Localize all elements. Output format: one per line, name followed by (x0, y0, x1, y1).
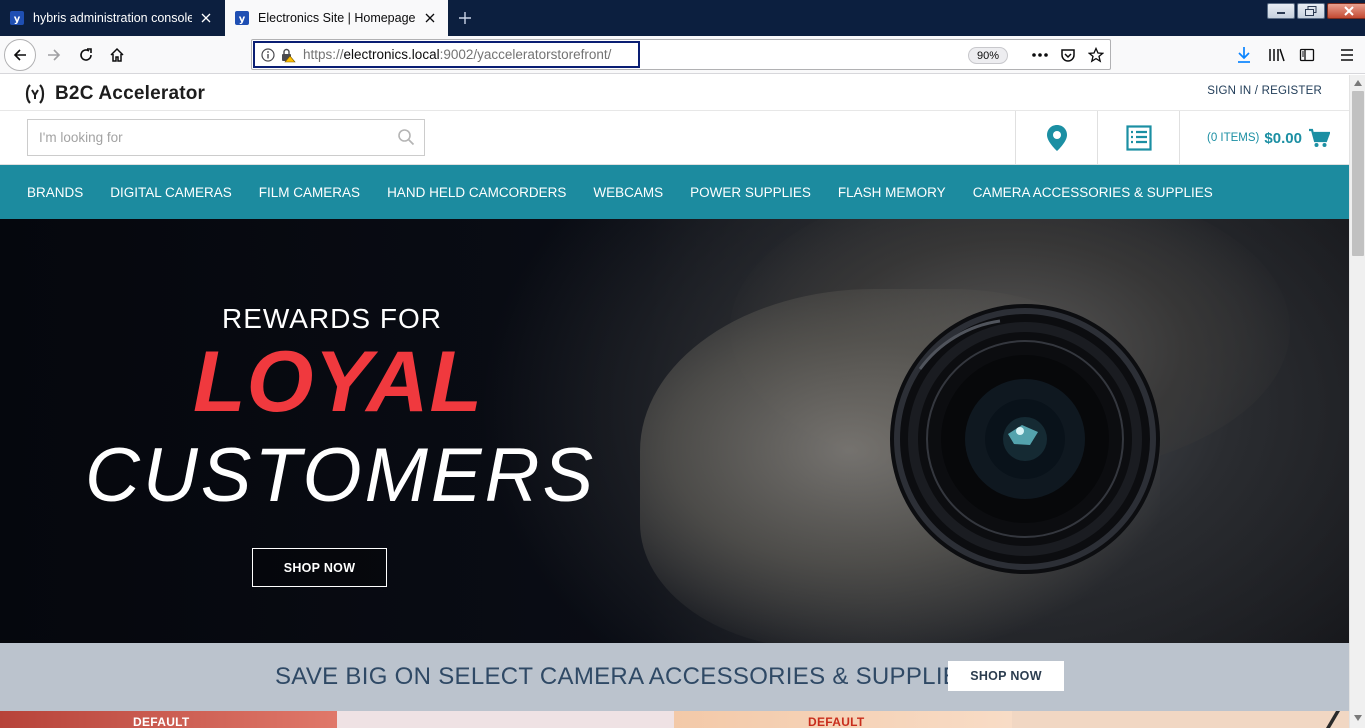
mini-cart[interactable]: (0 ITEMS) $0.00 (1179, 111, 1349, 165)
nav-item-camera-accessories[interactable]: CAMERA ACCESSORIES & SUPPLIES (973, 185, 1213, 200)
nav-item-webcams[interactable]: WEBCAMS (593, 185, 663, 200)
nav-item-film-cameras[interactable]: FILM CAMERAS (259, 185, 360, 200)
tab-title: hybris administration console | (33, 11, 192, 25)
tile-label: DEFAULT (808, 715, 865, 728)
nav-item-digital-cameras[interactable]: DIGITAL CAMERAS (110, 185, 232, 200)
tab-hybris-console[interactable]: y hybris administration console | (0, 0, 224, 36)
pocket-icon[interactable] (1058, 45, 1078, 65)
hero-headline-line3: CUSTOMERS (85, 433, 597, 518)
camera-lens-image (890, 304, 1160, 574)
back-icon (13, 49, 26, 61)
site-header-top: B2C Accelerator SIGN IN / REGISTER (0, 75, 1349, 111)
new-tab-button[interactable] (452, 6, 478, 30)
forward-button[interactable] (38, 39, 70, 71)
cart-icon (1308, 128, 1330, 147)
hero-headline-line2: LOYAL (193, 334, 484, 430)
sign-in-register-link[interactable]: SIGN IN / REGISTER (1207, 85, 1322, 97)
back-button[interactable] (4, 39, 36, 71)
promo-text: SAVE BIG ON SELECT CAMERA ACCESSORIES & … (275, 663, 976, 690)
tab-electronics-site[interactable]: y Electronics Site | Homepage (225, 0, 448, 36)
site-header-utility: (0 ITEMS) $0.00 (0, 111, 1349, 165)
hero-banner[interactable]: REWARDS FOR LOYAL CUSTOMERS SHOP NOW (0, 219, 1349, 643)
close-icon[interactable] (422, 10, 438, 26)
close-window-button[interactable] (1327, 3, 1365, 19)
cart-item-count: (0 ITEMS) (1207, 132, 1260, 144)
download-icon[interactable] (1233, 44, 1255, 66)
hybris-logo-icon (25, 84, 45, 104)
plus-icon (459, 12, 471, 24)
promo-shop-now-button[interactable]: SHOP NOW (948, 661, 1064, 691)
info-icon[interactable] (258, 45, 278, 65)
forward-icon (48, 49, 61, 61)
minimize-button[interactable] (1267, 3, 1295, 19)
hybris-favicon-icon: y (234, 10, 250, 26)
store-finder-button[interactable] (1015, 111, 1097, 165)
tile-label: DEFAULT (133, 715, 190, 728)
nav-item-power-supplies[interactable]: POWER SUPPLIES (690, 185, 811, 200)
teaser-tile[interactable]: DEFAULT (0, 711, 337, 728)
url-bar[interactable]: https://electronics.local:9002/yaccelera… (251, 39, 1111, 70)
sidebar-icon[interactable] (1296, 44, 1318, 66)
tile-pen-image (1326, 711, 1340, 728)
promo-strip[interactable]: SAVE BIG ON SELECT CAMERA ACCESSORIES & … (0, 643, 1349, 711)
svg-text:y: y (239, 14, 246, 25)
nav-item-flash-memory[interactable]: FLASH MEMORY (838, 185, 946, 200)
page-viewport: B2C Accelerator SIGN IN / REGISTER (0 IT… (0, 75, 1349, 728)
url-text: https://electronics.local:9002/yaccelera… (303, 47, 612, 62)
scroll-up-arrow-icon[interactable] (1353, 78, 1363, 88)
menu-icon[interactable] (1336, 44, 1358, 66)
search-box (27, 119, 425, 156)
scrollbar-thumb[interactable] (1352, 91, 1364, 256)
teaser-tile[interactable]: DEFAULT (674, 711, 1012, 728)
quick-order-button[interactable] (1097, 111, 1179, 165)
hero-shop-now-button[interactable]: SHOP NOW (252, 548, 387, 587)
more-icon[interactable] (1030, 45, 1050, 65)
list-icon (1125, 125, 1152, 151)
hero-headline-line1: REWARDS FOR (222, 303, 442, 334)
location-pin-icon (1046, 125, 1067, 151)
teaser-tiles: DEFAULT DEFAULT (0, 711, 1349, 728)
category-navigation: BRANDS DIGITAL CAMERAS FILM CAMERAS HAND… (0, 165, 1349, 219)
reload-icon (80, 48, 92, 61)
home-button[interactable] (101, 39, 133, 71)
zoom-indicator[interactable]: 90% (968, 47, 1008, 64)
tab-title: Electronics Site | Homepage (258, 11, 416, 25)
nav-item-hand-held-camcorders[interactable]: HAND HELD CAMCORDERS (387, 185, 566, 200)
brand-name: B2C Accelerator (55, 83, 206, 104)
teaser-tile[interactable] (337, 711, 674, 728)
nav-item-brands[interactable]: BRANDS (27, 185, 83, 200)
library-icon[interactable] (1266, 44, 1288, 66)
reload-button[interactable] (70, 39, 102, 71)
hybris-favicon-icon: y (9, 10, 25, 26)
cart-total: $0.00 (1264, 129, 1302, 147)
star-icon[interactable] (1086, 45, 1106, 65)
teaser-tile[interactable] (1012, 711, 1349, 728)
scroll-down-arrow-icon[interactable] (1353, 713, 1363, 723)
restore-button[interactable] (1297, 3, 1325, 19)
close-icon[interactable] (198, 10, 214, 26)
tab-strip: y hybris administration console | y Elec… (0, 0, 1365, 36)
navigation-toolbar: https://electronics.local:9002/yaccelera… (0, 36, 1365, 74)
svg-text:y: y (14, 14, 21, 25)
page-scrollbar[interactable] (1349, 75, 1365, 728)
home-icon (110, 47, 124, 62)
search-input[interactable] (28, 120, 388, 155)
insecure-lock-icon[interactable] (278, 45, 298, 65)
search-icon[interactable] (397, 128, 415, 146)
site-logo[interactable]: B2C Accelerator (25, 83, 205, 105)
